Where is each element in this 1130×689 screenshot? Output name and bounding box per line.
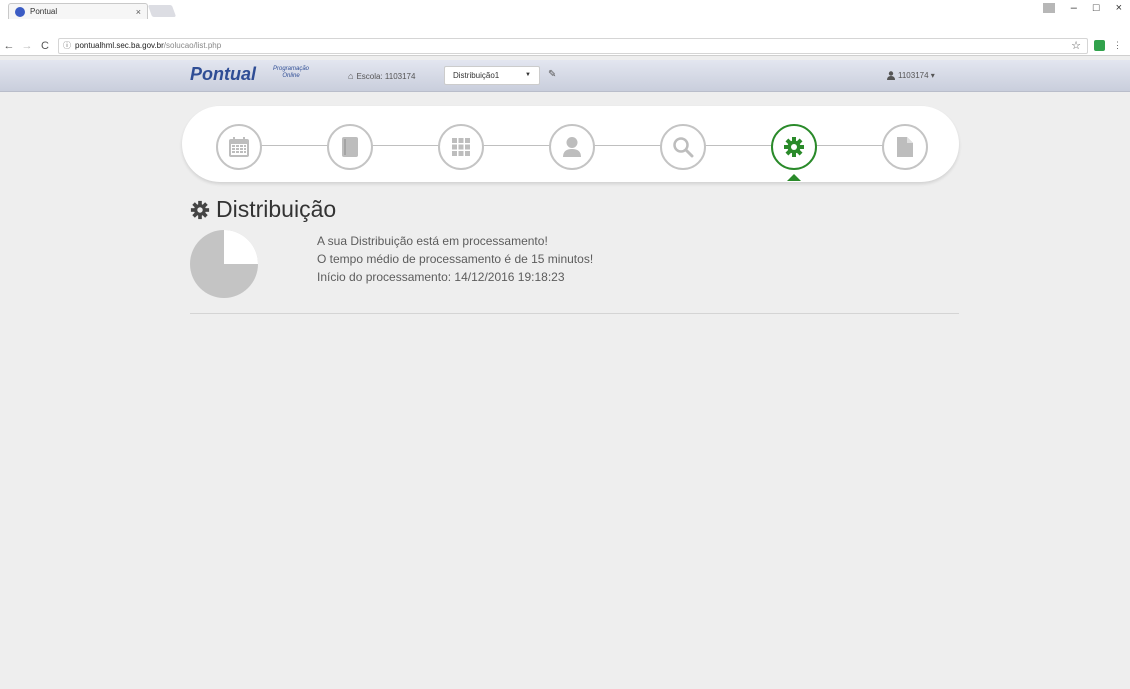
search-icon bbox=[673, 137, 694, 158]
browser-menu-icon[interactable]: ⋮ bbox=[1113, 40, 1122, 51]
browser-tab[interactable]: Pontual × bbox=[8, 3, 148, 19]
divider bbox=[190, 313, 959, 314]
pencil-icon[interactable]: ✎ bbox=[548, 69, 556, 80]
browser-tabstrip: Pontual × – □ × bbox=[0, 0, 1130, 36]
pie-progress-slice bbox=[224, 230, 258, 264]
bookmark-star-icon[interactable]: ☆ bbox=[1071, 39, 1081, 52]
tab-title: Pontual bbox=[30, 7, 58, 16]
brand-subtitle: Programação Online bbox=[273, 66, 309, 80]
restore-button[interactable]: □ bbox=[1093, 2, 1100, 14]
step-search[interactable] bbox=[660, 124, 706, 170]
user-icon bbox=[887, 71, 895, 80]
step-grid[interactable] bbox=[438, 124, 484, 170]
grid-icon bbox=[452, 138, 470, 156]
user-menu[interactable]: 1103174 ▾ bbox=[887, 71, 935, 80]
processing-messages: A sua Distribuição está em processamento… bbox=[317, 232, 593, 286]
document-icon bbox=[897, 137, 913, 157]
page-title: Distribuição bbox=[216, 196, 337, 222]
favicon-icon bbox=[15, 6, 25, 17]
wizard-steps bbox=[182, 106, 959, 182]
url-host: pontualhml.sec.ba.gov.br bbox=[75, 41, 164, 50]
new-tab-button[interactable] bbox=[147, 5, 177, 17]
brand-sub-line-1: Programação bbox=[273, 66, 310, 72]
url-input[interactable]: ⓘ pontualhml.sec.ba.gov.br /solucao/list… bbox=[58, 37, 1088, 54]
brand-logo[interactable]: Pontual bbox=[190, 64, 256, 85]
distribution-select-value: Distribuição1 bbox=[453, 71, 500, 80]
back-button[interactable]: ← bbox=[0, 40, 18, 52]
forward-button[interactable]: → bbox=[18, 40, 36, 52]
brand-sub-line-2: Online bbox=[282, 73, 300, 79]
message-line: Início do processamento: 14/12/2016 19:1… bbox=[317, 270, 565, 284]
step-settings[interactable] bbox=[771, 124, 817, 170]
address-toolbar: ← → C ⓘ pontualhml.sec.ba.gov.br /soluca… bbox=[0, 36, 1130, 56]
processing-progress-pie bbox=[190, 230, 258, 298]
app-navbar: Pontual Programação Online ⌂ Escola: 110… bbox=[0, 60, 1130, 92]
reload-button[interactable]: C bbox=[36, 40, 54, 52]
book-icon bbox=[342, 137, 358, 157]
escola-link[interactable]: ⌂ Escola: 1103174 bbox=[348, 71, 415, 81]
url-path: /solucao/list.php bbox=[163, 41, 222, 50]
tab-close-icon[interactable]: × bbox=[136, 7, 141, 17]
user-menu-label: 1103174 ▾ bbox=[898, 71, 935, 80]
minimize-button[interactable]: – bbox=[1071, 2, 1077, 14]
home-icon: ⌂ bbox=[348, 71, 354, 81]
profile-icon[interactable] bbox=[1042, 3, 1055, 13]
step-user[interactable] bbox=[549, 124, 595, 170]
close-window-button[interactable]: × bbox=[1116, 2, 1122, 14]
extension-icon[interactable] bbox=[1094, 40, 1105, 51]
caret-down-icon: ▼ bbox=[525, 72, 531, 78]
step-book[interactable] bbox=[327, 124, 373, 170]
distribution-select[interactable]: Distribuição1 ▼ bbox=[444, 66, 540, 85]
gear-icon bbox=[190, 200, 210, 219]
step-document[interactable] bbox=[882, 124, 928, 170]
escola-label: Escola: 1103174 bbox=[356, 71, 416, 81]
step-calendar[interactable] bbox=[216, 124, 262, 170]
active-step-pointer bbox=[787, 174, 801, 181]
user-icon bbox=[563, 137, 581, 157]
section-heading: Distribuição bbox=[190, 196, 336, 223]
message-line: O tempo médio de processamento é de 15 m… bbox=[317, 252, 594, 266]
message-line: A sua Distribuição está em processamento… bbox=[317, 234, 548, 248]
window-controls: – □ × bbox=[1042, 2, 1122, 14]
gear-icon bbox=[784, 137, 804, 157]
calendar-icon bbox=[229, 137, 249, 157]
info-icon[interactable]: ⓘ bbox=[63, 40, 71, 51]
